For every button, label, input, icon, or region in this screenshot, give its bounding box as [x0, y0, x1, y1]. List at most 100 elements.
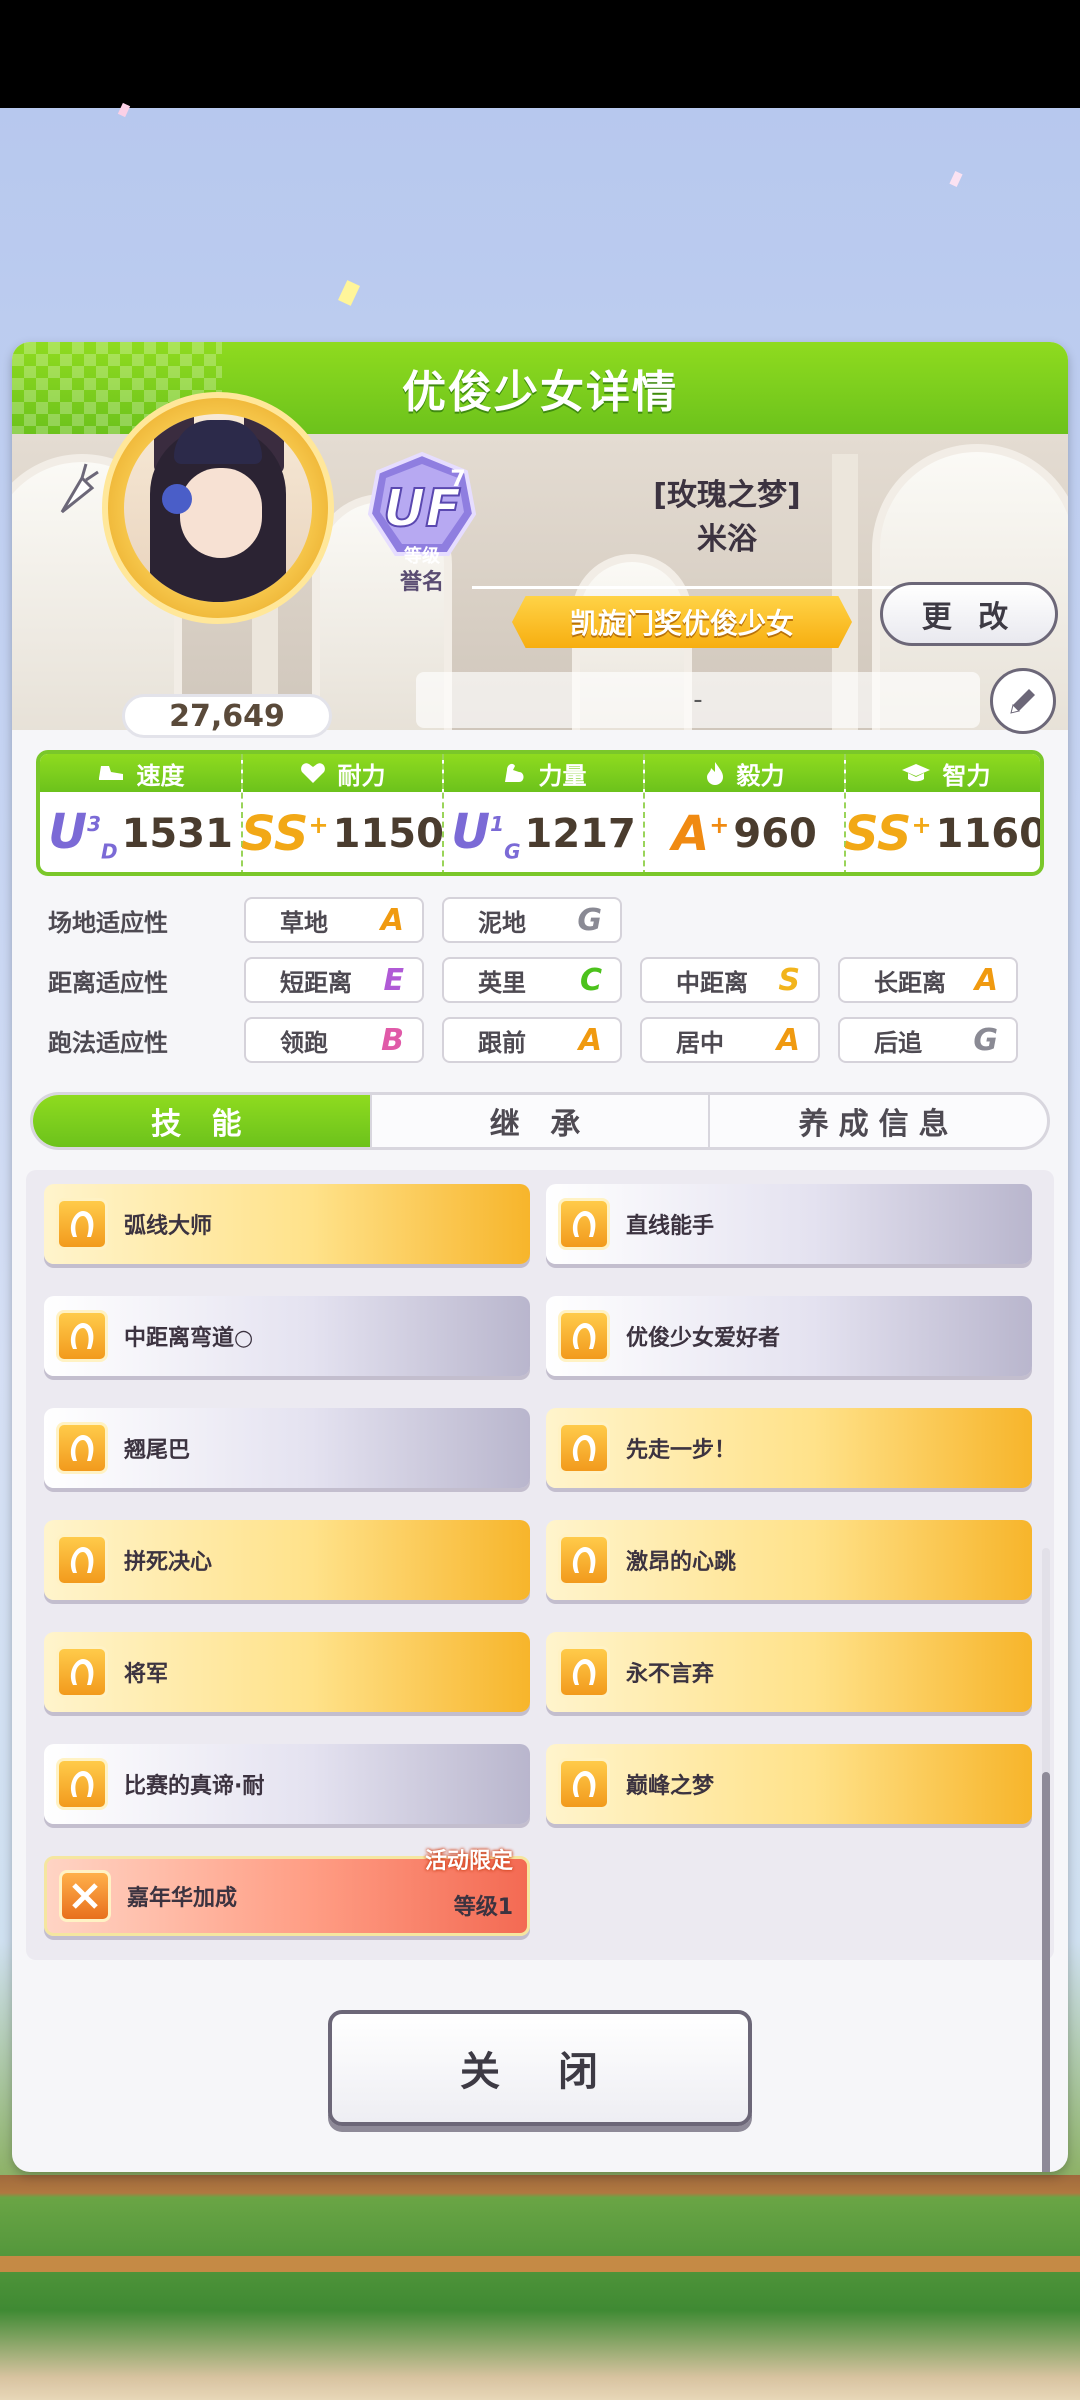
- skill-name: 中距离弯道○: [124, 1326, 254, 1351]
- skill-item[interactable]: 直线能手: [546, 1184, 1032, 1264]
- skill-level: 等级1: [453, 1895, 513, 1920]
- stat-label: 力量: [538, 761, 587, 790]
- stat-value: 1217: [524, 811, 636, 857]
- apt-chip-sprint: 短距离 E: [244, 957, 424, 1003]
- apt-chip-front: 领跑 B: [244, 1017, 424, 1063]
- skill-item[interactable]: 翘尾巴: [44, 1408, 530, 1488]
- stat-grade: U3D: [48, 804, 118, 864]
- title-banner: 凯旋门奖优俊少女: [512, 596, 852, 648]
- tab-inheritance[interactable]: 继 承: [369, 1095, 709, 1147]
- skill-name: 永不言弃: [626, 1662, 715, 1687]
- stat-speed: 速度 U3D 1531: [40, 754, 241, 872]
- rank-badge-icon: UF 7 等级: [367, 451, 477, 567]
- tab-skills[interactable]: 技 能: [33, 1095, 370, 1147]
- skill-name: 弧线大师: [124, 1214, 213, 1239]
- skill-horseshoe-icon: [558, 1646, 610, 1698]
- skill-horseshoe-icon: [56, 1422, 108, 1474]
- stat-stamina: 耐力 SS+ 1150: [241, 754, 444, 872]
- rating-value: 27,649: [122, 694, 332, 738]
- stats-table: 速度 U3D 1531 耐力 SS+ 1150 力量 U1G 1217 毅力 A…: [36, 750, 1044, 876]
- skill-horseshoe-icon: [558, 1758, 610, 1810]
- stat-label: 耐力: [337, 761, 386, 790]
- skill-item[interactable]: 将军: [44, 1632, 530, 1712]
- track-aptitude-row: 场地适应性 草地 A 泥地 G: [48, 896, 640, 944]
- rank-sub-label: 誉名: [399, 570, 444, 595]
- skills-scrollbar-thumb[interactable]: [1042, 1772, 1050, 2172]
- stat-label: 速度: [136, 761, 185, 790]
- stat-value: 1160: [935, 811, 1044, 857]
- character-name: 米浴: [697, 522, 757, 557]
- tab-training-info[interactable]: 养成信息: [708, 1095, 1047, 1147]
- skill-item[interactable]: 巅峰之梦: [546, 1744, 1032, 1824]
- skill-name: 激昂的心跳: [626, 1550, 737, 1575]
- change-title-button[interactable]: 更 改: [880, 582, 1058, 646]
- stat-value: 960: [733, 811, 817, 857]
- rank-superscript: 7: [450, 467, 465, 492]
- stat-label: 毅力: [736, 761, 785, 790]
- stat-grade: SS+: [241, 806, 329, 862]
- skill-item[interactable]: 拼死决心: [44, 1520, 530, 1600]
- detail-tabs: 技 能 继 承 养成信息: [30, 1092, 1050, 1150]
- skill-horseshoe-icon: [558, 1198, 610, 1250]
- character-epithet: [玫瑰之梦]: [653, 478, 801, 513]
- skill-item[interactable]: 中距离弯道○: [44, 1296, 530, 1376]
- stat-wisdom: 智力 SS+ 1160: [844, 754, 1044, 872]
- apt-chip-medium: 中距离 S: [640, 957, 820, 1003]
- shoe-icon: [98, 766, 123, 780]
- stat-value: 1531: [121, 811, 233, 857]
- stat-label: 智力: [942, 761, 991, 790]
- skill-horseshoe-icon: [558, 1310, 610, 1362]
- stat-guts: 毅力 A+ 960: [643, 754, 844, 872]
- skill-name: 将军: [124, 1662, 169, 1687]
- skill-name: 嘉年华加成: [127, 1886, 238, 1911]
- skill-horseshoe-icon: [558, 1534, 610, 1586]
- skill-item[interactable]: 比赛的真谛·耐: [44, 1744, 530, 1824]
- skill-horseshoe-icon: [56, 1198, 108, 1250]
- close-button[interactable]: 关 闭: [328, 2010, 752, 2126]
- carrot-icon: [60, 463, 99, 514]
- apt-chip-end: 后追 G: [838, 1017, 1018, 1063]
- skill-horseshoe-icon: [558, 1422, 610, 1474]
- skill-item[interactable]: 永不言弃: [546, 1632, 1032, 1712]
- skill-item[interactable]: 先走一步！: [546, 1408, 1032, 1488]
- heart-icon: [300, 763, 325, 783]
- skill-item[interactable]: 优俊少女爱好者: [546, 1296, 1032, 1376]
- apt-label: 场地适应性: [48, 908, 168, 937]
- skill-name: 优俊少女爱好者: [626, 1326, 781, 1351]
- crossed-axes-icon: [59, 1870, 111, 1922]
- apt-chip-late: 居中 A: [640, 1017, 820, 1063]
- apt-chip-pace: 跟前 A: [442, 1017, 622, 1063]
- skill-name: 比赛的真谛·耐: [124, 1774, 265, 1799]
- status-bar: [0, 0, 1080, 108]
- stat-power: 力量 U1G 1217: [442, 754, 643, 872]
- style-aptitude-row: 跑法适应性 领跑 B 跟前 A 居中 A 后追 G: [48, 1016, 1036, 1064]
- skill-horseshoe-icon: [56, 1758, 108, 1810]
- flame-icon: [706, 762, 723, 785]
- stat-grade: A+: [672, 806, 730, 862]
- skill-name: 翘尾巴: [124, 1438, 191, 1463]
- apt-chip-turf: 草地 A: [244, 897, 424, 943]
- skill-name: 巅峰之梦: [626, 1774, 715, 1799]
- comment-field: -: [416, 672, 980, 728]
- edit-comment-button[interactable]: [990, 668, 1056, 734]
- character-portrait[interactable]: [102, 392, 334, 624]
- skill-horseshoe-icon: [56, 1310, 108, 1362]
- ground-fence: [0, 2175, 1080, 2400]
- skill-name: 拼死决心: [124, 1550, 213, 1575]
- detail-panel: 优俊少女详情 27,649 UF 7 等级 誉名 [玫瑰之梦] 米浴 凯旋门奖优…: [12, 342, 1068, 2172]
- pencil-icon: [1010, 689, 1035, 714]
- skill-horseshoe-icon: [56, 1534, 108, 1586]
- event-skill-item[interactable]: 嘉年华加成 活动限定 等级1: [44, 1849, 530, 1936]
- skill-horseshoe-icon: [56, 1646, 108, 1698]
- apt-label: 跑法适应性: [48, 1028, 168, 1057]
- skill-name: 直线能手: [626, 1214, 715, 1239]
- distance-aptitude-row: 距离适应性 短距离 E 英里 C 中距离 S 长距离 A: [48, 956, 1036, 1004]
- panel-title: 优俊少女详情: [402, 367, 678, 418]
- skill-item[interactable]: 激昂的心跳: [546, 1520, 1032, 1600]
- apt-chip-long: 长距离 A: [838, 957, 1018, 1003]
- stat-value: 1150: [332, 811, 444, 857]
- skill-item[interactable]: 弧线大师: [44, 1184, 530, 1264]
- event-limited-tag: 活动限定: [424, 1849, 513, 1874]
- stat-grade: SS+: [844, 806, 932, 862]
- rank-letters: UF: [383, 479, 461, 539]
